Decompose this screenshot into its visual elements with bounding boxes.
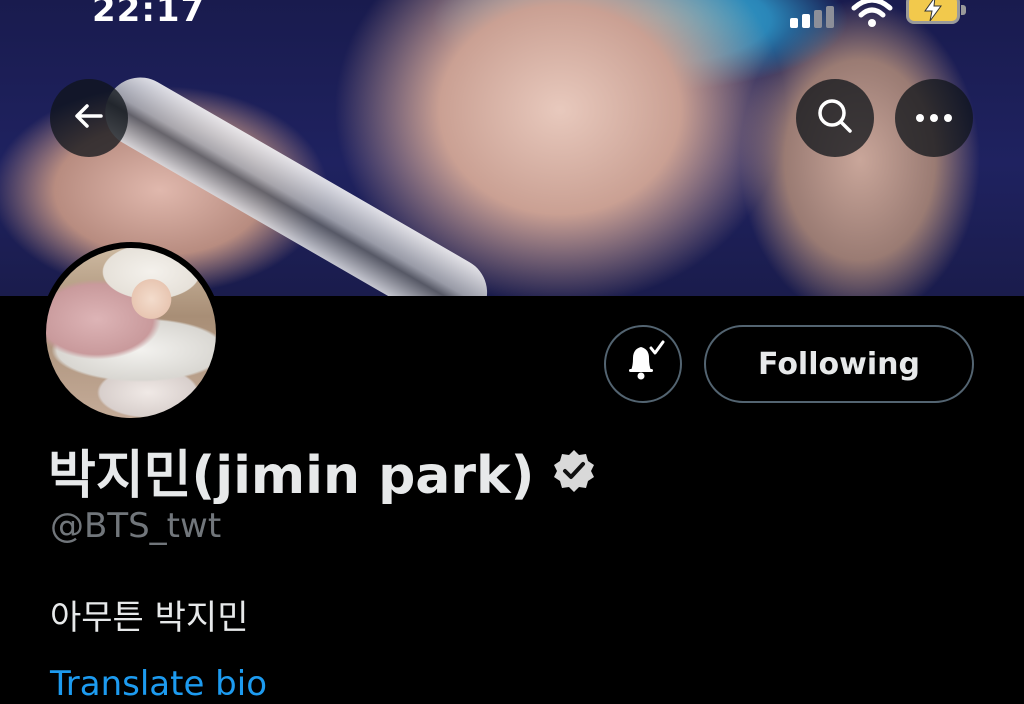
search-icon bbox=[815, 96, 855, 140]
verified-badge-icon[interactable] bbox=[550, 447, 598, 495]
battery-charging-icon bbox=[906, 0, 966, 24]
search-button[interactable] bbox=[796, 79, 874, 157]
profile-bio: 아무튼 박지민 bbox=[50, 598, 249, 638]
arrow-left-icon bbox=[71, 98, 107, 138]
status-bar-time: 22:17 bbox=[92, 0, 206, 30]
more-options-button[interactable] bbox=[895, 79, 973, 157]
wifi-icon bbox=[850, 0, 894, 32]
bell-check-icon bbox=[619, 338, 667, 390]
profile-avatar[interactable] bbox=[40, 242, 222, 424]
following-button[interactable]: Following bbox=[704, 325, 974, 403]
cellular-signal-icon bbox=[790, 6, 834, 28]
profile-handle: @BTS_twt bbox=[50, 506, 222, 546]
translate-bio-link[interactable]: Translate bio bbox=[50, 664, 267, 704]
more-horizontal-icon bbox=[914, 109, 954, 128]
profile-display-name: 박지민(jimin park) bbox=[48, 433, 598, 508]
notifications-toggle-button[interactable] bbox=[604, 325, 682, 403]
avatar-image bbox=[46, 248, 216, 418]
display-name-text: 박지민(jimin park) bbox=[48, 446, 535, 506]
back-button[interactable] bbox=[50, 79, 128, 157]
